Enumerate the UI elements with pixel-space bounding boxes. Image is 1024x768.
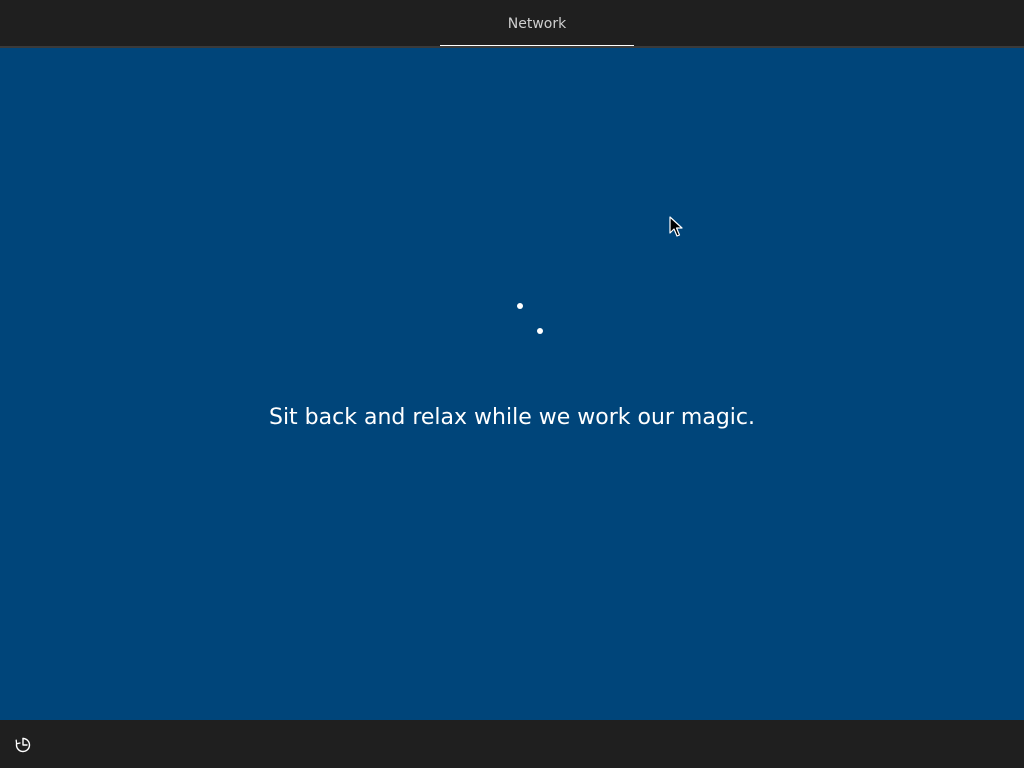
status-message: Sit back and relax while we work our mag…: [268, 405, 756, 430]
top-bar: Network: [0, 0, 1024, 48]
oobe-screen: Network Sit back and relax while we work…: [0, 0, 1024, 768]
mouse-pointer-icon: [669, 216, 683, 237]
spinner-dot: [517, 303, 523, 309]
loading-spinner: [0, 48, 1024, 720]
spinner-dot: [537, 328, 543, 334]
bottom-bar: [0, 720, 1024, 768]
step-tab-label: Network: [507, 16, 567, 32]
step-tab-network: Network: [440, 0, 634, 48]
ease-of-access-icon: [15, 737, 31, 753]
main-content: Sit back and relax while we work our mag…: [0, 48, 1024, 720]
ease-of-access-button[interactable]: [10, 732, 36, 758]
